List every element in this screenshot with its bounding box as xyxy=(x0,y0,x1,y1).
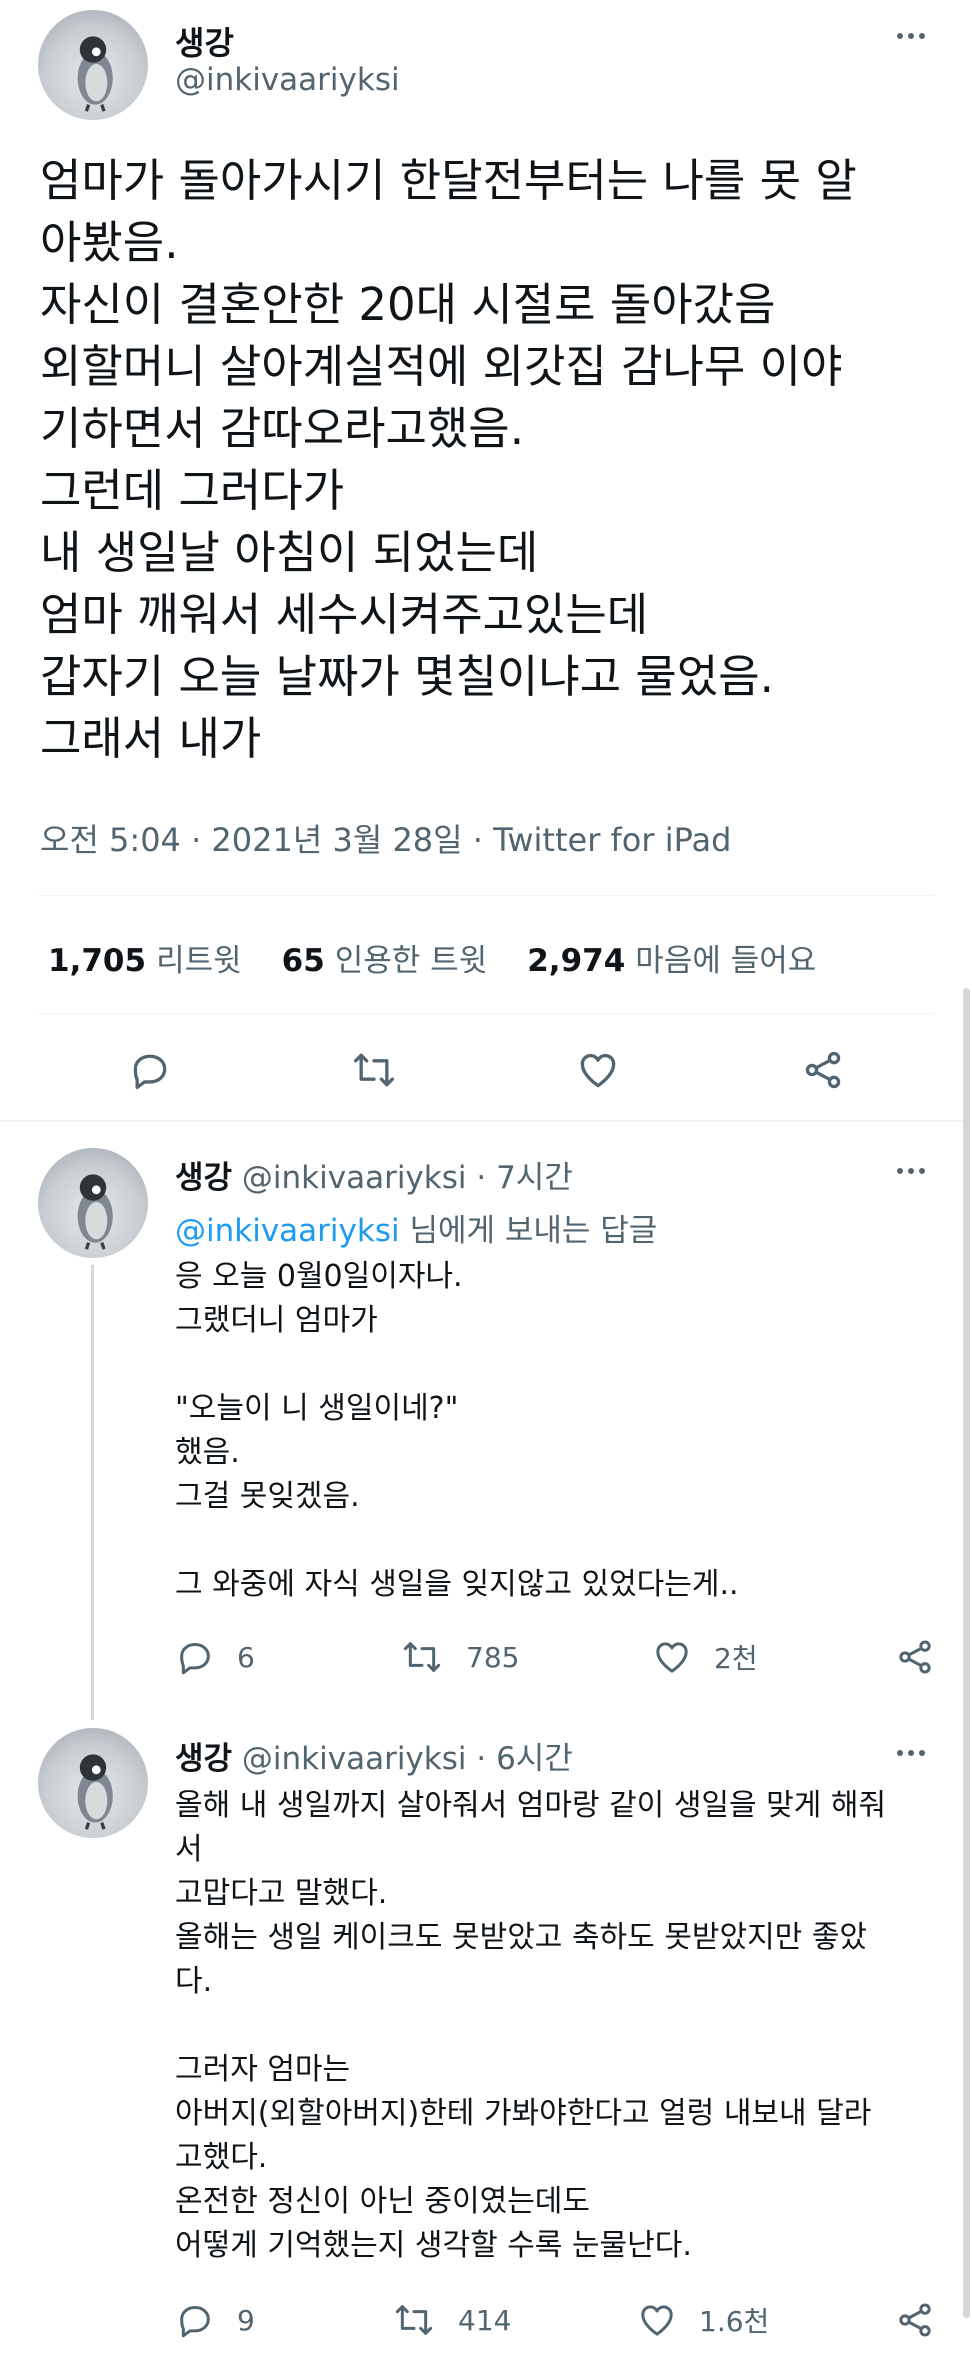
reply-text: 올해 내 생일까지 살아줘서 엄마랑 같이 생일을 맞게 해줘 서 고맙다고 말… xyxy=(175,1788,887,2263)
quotes-stat[interactable]: 65 인용한 트윗 xyxy=(282,935,488,980)
more-icon[interactable] xyxy=(897,33,925,39)
replying-to: @inkivaariyksi 님에게 보내는 답글 xyxy=(175,1213,658,1249)
like-button[interactable]: 2천 xyxy=(652,1637,758,1677)
reply-author[interactable]: 생강 @inkivaariyksi · 6시간 xyxy=(175,1733,573,1778)
section-divider xyxy=(0,1120,963,1122)
reply-button[interactable]: 6 xyxy=(175,1637,255,1677)
author-name[interactable]: 생강 xyxy=(175,18,234,64)
divider xyxy=(38,895,934,896)
avatar[interactable] xyxy=(38,1728,148,1838)
retweet-button[interactable]: 785 xyxy=(400,1637,519,1677)
more-icon[interactable] xyxy=(897,1750,925,1756)
retweets-stat[interactable]: 1,705 리트윗 xyxy=(48,935,242,980)
retweet-button[interactable] xyxy=(350,1048,398,1092)
reply-count: 6 xyxy=(237,1640,255,1674)
share-icon xyxy=(899,1640,931,1674)
like-button[interactable] xyxy=(576,1048,620,1092)
retweet-icon xyxy=(403,1642,441,1672)
retweet-count: 785 xyxy=(466,1640,520,1674)
like-button[interactable]: 1.6천 xyxy=(637,2300,769,2340)
share-icon xyxy=(805,1051,841,1089)
reply-icon xyxy=(180,2306,210,2338)
share-button[interactable] xyxy=(895,1637,935,1677)
retweet-icon xyxy=(354,1053,394,1087)
like-icon xyxy=(641,2305,673,2336)
reply-count: 9 xyxy=(237,2303,255,2337)
retweet-icon xyxy=(395,2305,433,2335)
avatar[interactable] xyxy=(38,1148,148,1258)
like-icon xyxy=(580,1053,616,1088)
reply-button[interactable]: 9 xyxy=(175,2300,255,2340)
more-icon[interactable] xyxy=(897,1168,925,1174)
reply-author[interactable]: 생강 @inkivaariyksi · 7시간 xyxy=(175,1152,573,1197)
author-handle[interactable]: @inkivaariyksi xyxy=(175,62,400,98)
retweet-count: 414 xyxy=(458,2303,512,2337)
like-icon xyxy=(656,1642,688,1673)
reply-icon xyxy=(180,1643,210,1675)
scrollbar[interactable] xyxy=(963,988,970,2318)
reply-icon xyxy=(133,1054,167,1090)
share-button[interactable] xyxy=(801,1048,845,1092)
avatar[interactable] xyxy=(38,10,148,120)
penguin-icon xyxy=(77,1174,113,1250)
tweet-stats: 1,705 리트윗 65 인용한 트윗 2,974 마음에 들어요 xyxy=(48,935,816,980)
reply-button[interactable] xyxy=(128,1048,172,1092)
mention-link[interactable]: @inkivaariyksi xyxy=(175,1213,400,1249)
share-button[interactable] xyxy=(895,2300,935,2340)
thread-connector-line xyxy=(91,1265,94,1720)
retweet-button[interactable]: 414 xyxy=(392,2300,511,2340)
share-icon xyxy=(899,2303,931,2337)
tweet-text: 엄마가 돌아가시기 한달전부터는 나를 못 알 아봤음. 자신이 결혼안한 20… xyxy=(40,154,857,765)
penguin-icon xyxy=(77,1754,113,1830)
reply-text: 응 오늘 0월0일이자나. 그랬더니 엄마가 "오늘이 니 생일이네?" 했음.… xyxy=(175,1259,739,1602)
like-count: 2천 xyxy=(714,1642,758,1675)
like-count: 1.6천 xyxy=(699,2305,770,2338)
divider xyxy=(38,1013,934,1014)
penguin-icon xyxy=(77,36,113,112)
likes-stat[interactable]: 2,974 마음에 들어요 xyxy=(527,935,816,980)
tweet-timestamp[interactable]: 오전 5:04 · 2021년 3월 28일 · Twitter for iPa… xyxy=(40,815,731,861)
